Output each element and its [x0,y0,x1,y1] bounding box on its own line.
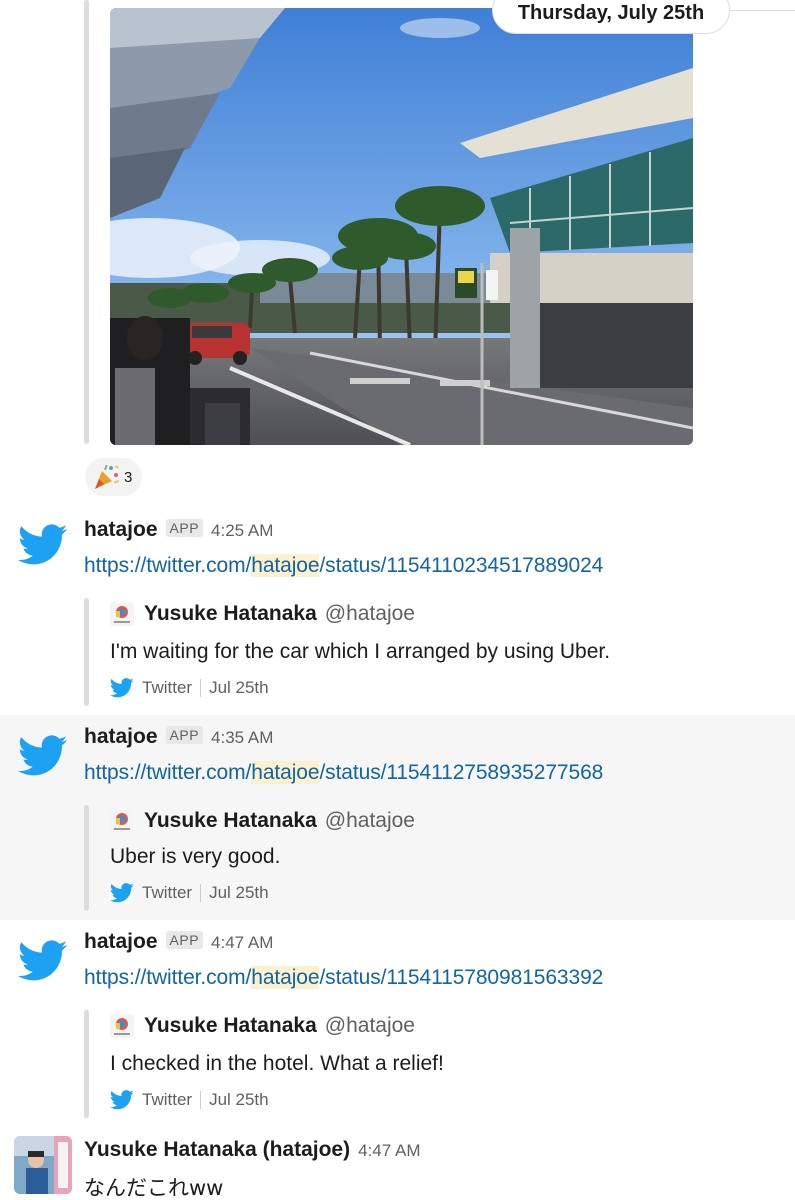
tweet-date: Jul 25th [209,883,269,902]
twitter-bird-icon[interactable] [18,938,68,984]
sender-name[interactable]: Yusuke Hatanaka (hatajoe) [84,1138,350,1162]
twitter-bird-icon [110,678,134,698]
footer-divider [200,884,202,902]
app-badge: APP [165,726,204,744]
message-tweet-2[interactable]: hatajoe APP 4:35 AM https://twitter.com/… [0,715,795,920]
tweet-unfurl: Yusuke Hatanaka @hatajoe I'm waiting for… [84,598,684,706]
author-handle[interactable]: @hatajoe [325,809,415,833]
sender-name[interactable]: hatajoe [84,518,158,542]
author-name[interactable]: Yusuke Hatanaka [144,602,317,626]
tweet-link[interactable]: https://twitter.com/hatajoe/status/11541… [84,966,603,990]
app-badge: APP [165,931,204,949]
message-tweet-3[interactable]: hatajoe APP 4:47 AM https://twitter.com/… [0,920,795,1130]
unfurl-quote-bar [84,598,89,706]
sender-name[interactable]: hatajoe [84,725,158,749]
message-tweet-1[interactable]: hatajoe APP 4:25 AM https://twitter.com/… [0,510,795,715]
unfurl-quote-bar [84,1010,89,1118]
previous-message-attachment [0,0,795,505]
sender-name[interactable]: hatajoe [84,930,158,954]
party-popper-icon [95,464,120,489]
footer-divider [200,1091,202,1109]
date-divider: Thursday, July 25th [0,0,795,34]
twitter-bird-icon [110,1090,134,1110]
tweet-source: Twitter [142,1090,193,1109]
footer-divider [200,679,202,697]
author-avatar[interactable] [110,809,134,833]
tweet-text: Uber is very good. [110,845,281,868]
airport-photo[interactable] [110,8,693,445]
link-highlight: hatajoe [251,966,320,989]
link-highlight: hatajoe [251,554,320,577]
unfurl-quote-bar [84,805,89,911]
tweet-link[interactable]: https://twitter.com/hatajoe/status/11541… [84,761,603,785]
reaction-count: 3 [124,468,133,486]
link-suffix: /status/1154115780981563392 [319,966,604,989]
message-text: なんだこれww [84,1176,224,1200]
link-highlight: hatajoe [251,761,320,784]
app-badge: APP [165,519,204,537]
link-prefix: https://twitter.com/ [84,966,252,989]
twitter-bird-icon [110,883,134,903]
author-handle[interactable]: @hatajoe [325,1014,415,1038]
link-prefix: https://twitter.com/ [84,554,252,577]
tweet-date: Jul 25th [209,1090,269,1109]
reaction-tada[interactable]: 3 [85,458,143,496]
date-divider-label[interactable]: Thursday, July 25th [492,0,730,34]
attachment-quote-bar [84,0,89,444]
message-timestamp[interactable]: 4:47 AM [211,933,273,953]
user-message-header: Yusuke Hatanaka (hatajoe) 4:47 AM [84,1138,420,1162]
tweet-text: I checked in the hotel. What a relief! [110,1052,444,1075]
tweet-date: Jul 25th [209,678,269,697]
user-avatar[interactable] [14,1136,72,1194]
tweet-link[interactable]: https://twitter.com/hatajoe/status/11541… [84,554,603,578]
tweet-unfurl: Yusuke Hatanaka @hatajoe Uber is very go… [84,805,684,911]
tweet-source: Twitter [142,678,193,697]
date-divider-line [730,10,795,11]
tweet-text: I'm waiting for the car which I arranged… [110,640,611,663]
author-avatar[interactable] [110,602,134,626]
tweet-unfurl: Yusuke Hatanaka @hatajoe I checked in th… [84,1010,684,1118]
twitter-bird-icon[interactable] [18,733,68,779]
author-avatar[interactable] [110,1014,134,1038]
link-prefix: https://twitter.com/ [84,761,252,784]
link-suffix: /status/1154110234517889024 [319,554,604,577]
author-name[interactable]: Yusuke Hatanaka [144,809,317,833]
link-suffix: /status/1154112758935277568 [319,761,604,784]
message-timestamp[interactable]: 4:47 AM [358,1141,420,1161]
tweet-source: Twitter [142,883,193,902]
message-timestamp[interactable]: 4:25 AM [211,521,273,541]
twitter-bird-icon[interactable] [18,522,68,568]
message-timestamp[interactable]: 4:35 AM [211,728,273,748]
author-handle[interactable]: @hatajoe [325,602,415,626]
author-name[interactable]: Yusuke Hatanaka [144,1014,317,1038]
